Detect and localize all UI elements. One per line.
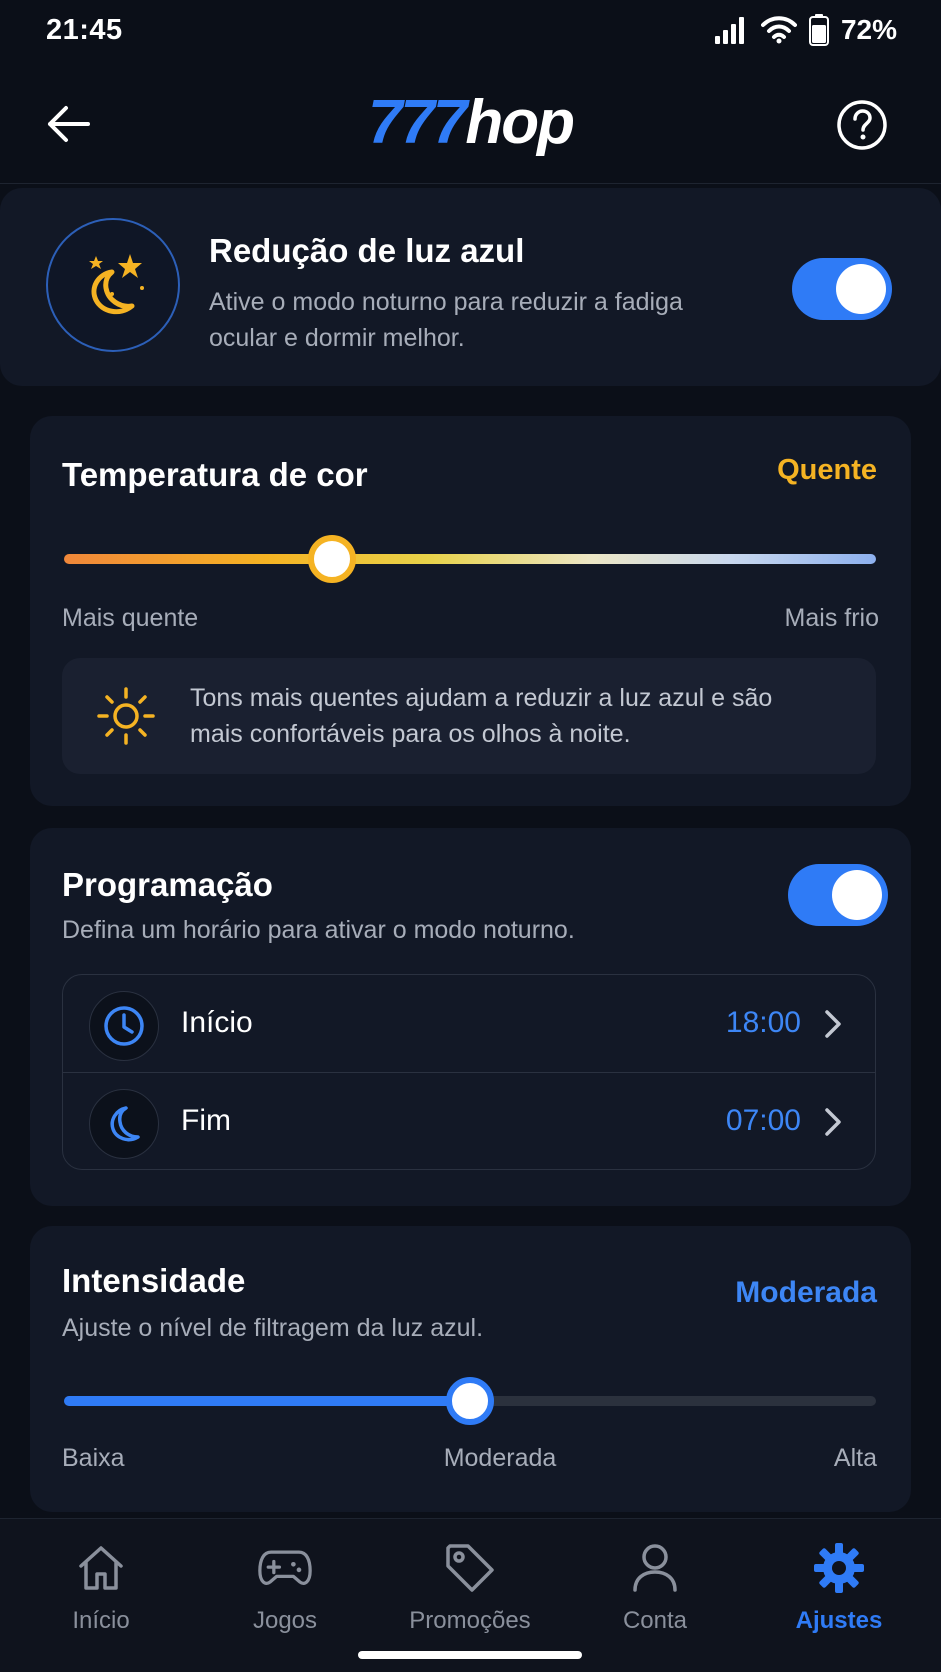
schedule-title: Programação [62, 866, 273, 903]
nav-item-ajustes[interactable]: Ajustes [764, 1541, 914, 1641]
arrow-left-icon [48, 106, 90, 142]
nav-item-inicio[interactable]: Início [26, 1541, 176, 1641]
nav-label-inicio: Início [72, 1607, 130, 1634]
battery-icon [808, 14, 829, 46]
chevron-right-icon [825, 1108, 841, 1136]
nav-item-promocoes[interactable]: Promoções [395, 1541, 545, 1641]
wifi-icon [760, 16, 797, 44]
start-time: 18:00 [725, 1006, 801, 1039]
gear-icon [812, 1541, 866, 1595]
logo-word: hop [465, 88, 575, 157]
user-icon [628, 1541, 682, 1595]
intensity-card: Intensidade Moderada Ajuste o nível de f… [30, 1226, 911, 1512]
logo-number: 777 [367, 88, 467, 157]
nav-label-conta: Conta [622, 1607, 688, 1634]
help-button[interactable] [835, 98, 889, 152]
intensity-low-label: Baixa [62, 1444, 125, 1472]
gamepad-icon [258, 1541, 312, 1595]
moon-stars-icon [46, 218, 180, 352]
nav-item-jogos[interactable]: Jogos [210, 1541, 360, 1641]
chevron-right-icon [825, 1010, 841, 1038]
battery-percent: 72% [840, 14, 897, 45]
toggle-knob [836, 264, 886, 314]
status-icons: 72% [714, 14, 897, 46]
blue-light-reduction-card: Redução de luz azul Ative o modo noturno… [0, 188, 941, 386]
color-temperature-track[interactable] [64, 554, 876, 564]
help-circle-icon [837, 100, 887, 150]
intensity-high-label: Alta [833, 1444, 877, 1472]
bottom-nav: Início Jogos Promoções Conta Ajustes [0, 1518, 941, 1672]
toggle-knob [832, 870, 882, 920]
schedule-row-end[interactable]: Fim 07:00 [63, 1072, 875, 1169]
sun-icon [97, 687, 155, 745]
hero-title: Redução de luz azul [209, 232, 525, 269]
cooler-label: Mais frio [784, 604, 879, 632]
color-temperature-title: Temperatura de cor [62, 456, 368, 493]
color-temperature-value: Quente [777, 454, 877, 486]
color-temperature-card: Temperatura de cor Quente Mais quente Ma… [30, 416, 911, 806]
hero-description: Ative o modo noturno para reduzir a fadi… [209, 288, 683, 352]
intensity-fill [64, 1396, 470, 1406]
schedule-card: Programação Defina um horário para ativa… [30, 828, 911, 1206]
tip-box: Tons mais quentes ajudam a reduzir a luz… [62, 658, 876, 774]
nav-label-jogos: Jogos [252, 1607, 318, 1634]
nav-label-promocoes: Promoções [409, 1607, 531, 1634]
end-time: 07:00 [725, 1104, 801, 1137]
color-temperature-thumb[interactable] [307, 535, 356, 583]
home-icon [74, 1541, 128, 1595]
schedule-row-start[interactable]: Início 18:00 [63, 975, 875, 1072]
nav-label-ajustes: Ajustes [795, 1607, 883, 1634]
start-label: Início [181, 1006, 253, 1039]
blue-light-toggle[interactable] [792, 258, 892, 320]
schedule-subtitle: Defina um horário para ativar o modo not… [62, 916, 575, 944]
tip-text: Tons mais quentes ajudam a reduzir a luz… [190, 684, 773, 748]
intensity-thumb[interactable] [446, 1377, 494, 1425]
clock-icon [89, 991, 159, 1061]
app-logo: 777hop [367, 87, 575, 158]
schedule-list: Início 18:00 Fim 07:00 [62, 974, 876, 1170]
back-button[interactable] [42, 98, 94, 150]
tag-icon [443, 1541, 497, 1595]
intensity-mid-label: Moderada [443, 1444, 557, 1472]
warmer-label: Mais quente [62, 604, 199, 632]
nav-item-conta[interactable]: Conta [580, 1541, 730, 1641]
status-time: 21:45 [46, 13, 123, 46]
home-indicator [358, 1651, 582, 1659]
status-bar: 21:45 72% [0, 0, 941, 60]
moon-icon [89, 1089, 159, 1159]
signal-icon [714, 17, 744, 44]
end-label: Fim [181, 1104, 231, 1137]
app-bar: 777hop [0, 62, 941, 184]
intensity-subtitle: Ajuste o nível de filtragem da luz azul. [62, 1314, 484, 1342]
schedule-toggle[interactable] [788, 864, 888, 926]
intensity-title: Intensidade [62, 1262, 246, 1299]
intensity-value: Moderada [735, 1276, 877, 1309]
